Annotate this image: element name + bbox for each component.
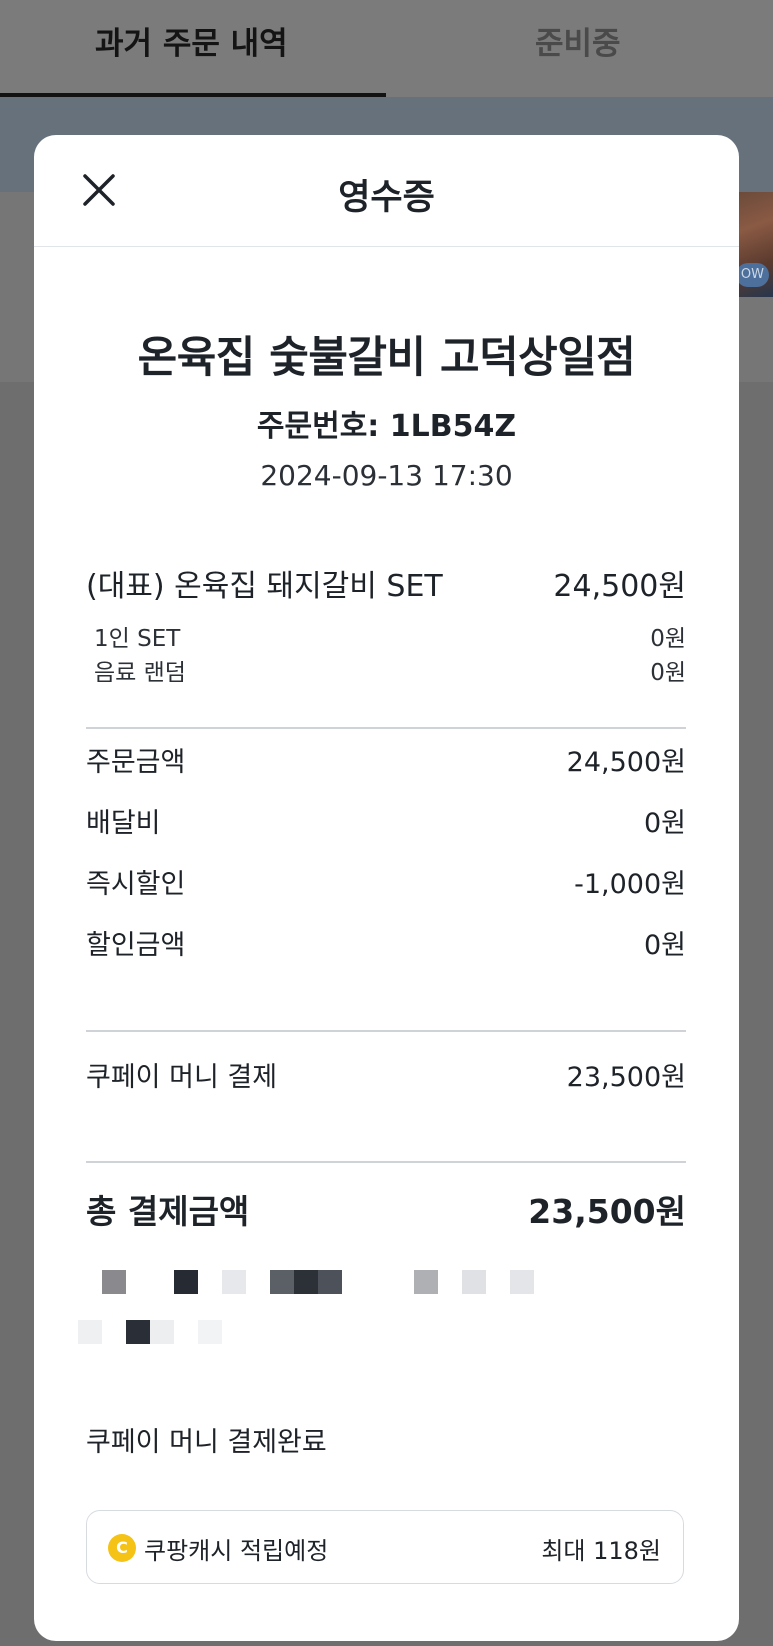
divider [86,1161,686,1163]
coupang-cash-reward-box: C 쿠팡캐시 적립예정 최대 118원 [86,1510,684,1584]
redaction-block [150,1320,174,1344]
order-item-row: (대표) 온육집 돼지갈비 SET 24,500원 [86,561,686,605]
total-label: 총 결제금액 [86,1192,250,1231]
option-name: 음료 랜덤 [94,660,186,686]
store-name: 온육집 숯불갈비 고덕상일점 [137,333,636,383]
redaction-block [222,1270,246,1294]
divider [86,1030,686,1032]
redaction-block [510,1270,534,1294]
payment-method-value: 23,500원 [566,1062,686,1093]
summary-row-delivery-fee: 배달비 0원 [86,801,686,840]
modal-title: 영수증 [338,178,435,218]
summary-label: 배달비 [86,808,161,839]
modal-header: 영수증 [34,135,739,247]
payment-method-row: 쿠페이 머니 결제 23,500원 [86,1055,686,1094]
coupang-cash-coin-icon: C [108,1534,136,1562]
summary-value: 0원 [643,808,686,839]
summary-label: 즉시할인 [86,869,186,900]
redaction-block [462,1270,486,1294]
cash-reward-label: 쿠팡캐시 적립예정 [144,1537,329,1565]
option-price: 0원 [650,660,686,686]
item-option-row: 1인 SET 0원 [86,619,686,653]
redaction-block [126,1320,150,1344]
tab-past-orders[interactable]: 과거 주문 내역 [95,18,288,63]
option-name: 1인 SET [94,626,181,652]
redaction-block [414,1270,438,1294]
total-amount-row: 총 결제금액 23,500원 [86,1185,686,1233]
summary-row-instant-discount: 즉시할인 -1,000원 [86,862,686,901]
total-value: 23,500원 [528,1192,686,1231]
redaction-block [318,1270,342,1294]
order-number: 주문번호: 1LB54Z [256,409,517,444]
summary-row-discount-amount: 할인금액 0원 [86,923,686,962]
payment-status: 쿠페이 머니 결제완료 [86,1427,327,1458]
receipt-modal: 영수증 온육집 숯불갈비 고덕상일점 주문번호: 1LB54Z 2024-09-… [34,135,739,1641]
summary-value: -1,000원 [574,869,686,900]
background-tab-bar: 과거 주문 내역 준비중 [0,0,773,97]
divider [86,727,686,729]
summary-value: 24,500원 [566,747,686,778]
item-option-row: 음료 랜덤 0원 [86,653,686,687]
tab-preparing[interactable]: 준비중 [535,18,621,63]
summary-label: 주문금액 [86,747,186,778]
summary-row-order-amount: 주문금액 24,500원 [86,740,686,779]
payment-method-label: 쿠페이 머니 결제 [86,1062,278,1093]
order-datetime: 2024-09-13 17:30 [260,459,513,492]
summary-value: 0원 [643,930,686,961]
item-name: (대표) 온육집 돼지갈비 SET [86,569,443,604]
redaction-block [270,1270,294,1294]
redaction-block [102,1270,126,1294]
cash-reward-amount: 최대 118원 [541,1537,661,1565]
redacted-pixelated-area [34,1270,739,1366]
summary-label: 할인금액 [86,930,186,961]
redaction-block [78,1320,102,1344]
item-price: 24,500원 [553,569,686,604]
redaction-block [174,1270,198,1294]
redaction-block [198,1320,222,1344]
redaction-block [294,1270,318,1294]
option-price: 0원 [650,626,686,652]
background-thumbnail-badge: OW [735,263,769,287]
